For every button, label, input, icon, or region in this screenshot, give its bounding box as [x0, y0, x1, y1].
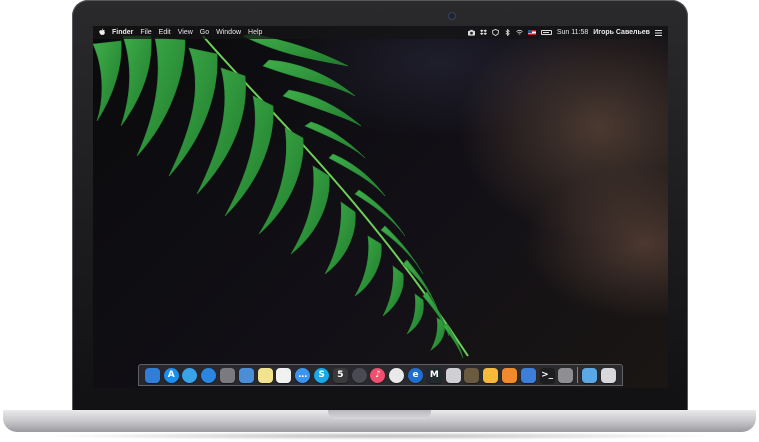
menu-edit[interactable]: Edit [159, 26, 171, 39]
menu-app-name[interactable]: Finder [112, 26, 133, 39]
apple-menu-icon[interactable] [99, 28, 105, 36]
dock-trash-icon[interactable] [600, 367, 616, 383]
dock-system-preferences-icon[interactable] [558, 367, 574, 383]
base-shadow [40, 432, 720, 440]
menu-go[interactable]: Go [200, 26, 209, 39]
dock-image-viewer-icon[interactable] [464, 367, 480, 383]
dock-m-app-icon[interactable]: M [426, 367, 442, 383]
dock-html5-icon[interactable]: 5 [332, 367, 348, 383]
dock-safari-icon[interactable] [201, 367, 217, 383]
dock-mail-stamp-icon[interactable] [220, 367, 236, 383]
dock-notes-icon[interactable] [257, 367, 273, 383]
dock-separator [577, 367, 579, 383]
laptop-base [3, 410, 756, 432]
dock-music-icon[interactable]: ♪ [370, 367, 386, 383]
dock-finder-icon[interactable] [144, 367, 160, 383]
notification-list-icon[interactable] [655, 29, 662, 36]
dock: A … S 5 ♪ e M >_ [138, 364, 623, 386]
wifi-icon[interactable] [516, 29, 523, 36]
dock-xcode-icon[interactable] [520, 367, 536, 383]
dock-transmit-icon[interactable] [502, 367, 518, 383]
dock-terminal-icon[interactable]: >_ [539, 367, 555, 383]
dock-skype-icon[interactable]: S [314, 367, 330, 383]
menu-view[interactable]: View [178, 26, 193, 39]
bluetooth-icon[interactable] [504, 29, 511, 36]
shield-icon[interactable] [491, 29, 499, 36]
dock-text-edit-icon[interactable] [276, 367, 292, 383]
dock-downloads-folder-icon[interactable] [582, 367, 598, 383]
dock-photos-viewer-icon[interactable] [238, 367, 254, 383]
camera-icon [448, 12, 456, 20]
us-flag-icon[interactable] [527, 30, 536, 35]
dock-sketch-icon[interactable] [483, 367, 499, 383]
menu-bar: Finder File Edit View Go Window Help Sun… [93, 26, 668, 39]
fern-wallpaper [93, 33, 469, 359]
camera-icon[interactable] [467, 29, 475, 36]
menu-clock[interactable]: Sun 11:58 [557, 26, 588, 39]
menu-user-name[interactable]: Игорь Савельев [593, 26, 650, 39]
dock-twitter-icon[interactable] [182, 367, 198, 383]
dock-app-store-icon[interactable]: A [163, 367, 179, 383]
dock-edge-like-icon[interactable]: e [408, 367, 424, 383]
menu-window[interactable]: Window [216, 26, 241, 39]
menu-help[interactable]: Help [248, 26, 262, 39]
dock-messages-icon[interactable]: … [295, 367, 311, 383]
desktop-screen: Finder File Edit View Go Window Help Sun… [93, 26, 668, 388]
battery-icon[interactable] [540, 30, 552, 35]
dock-itunes-circle-icon[interactable] [351, 367, 367, 383]
base-notch [328, 410, 431, 419]
dock-chrome-icon[interactable] [389, 367, 405, 383]
dock-preview-icon[interactable] [445, 367, 461, 383]
dropbox-icon[interactable] [479, 29, 487, 36]
menu-file[interactable]: File [140, 26, 151, 39]
